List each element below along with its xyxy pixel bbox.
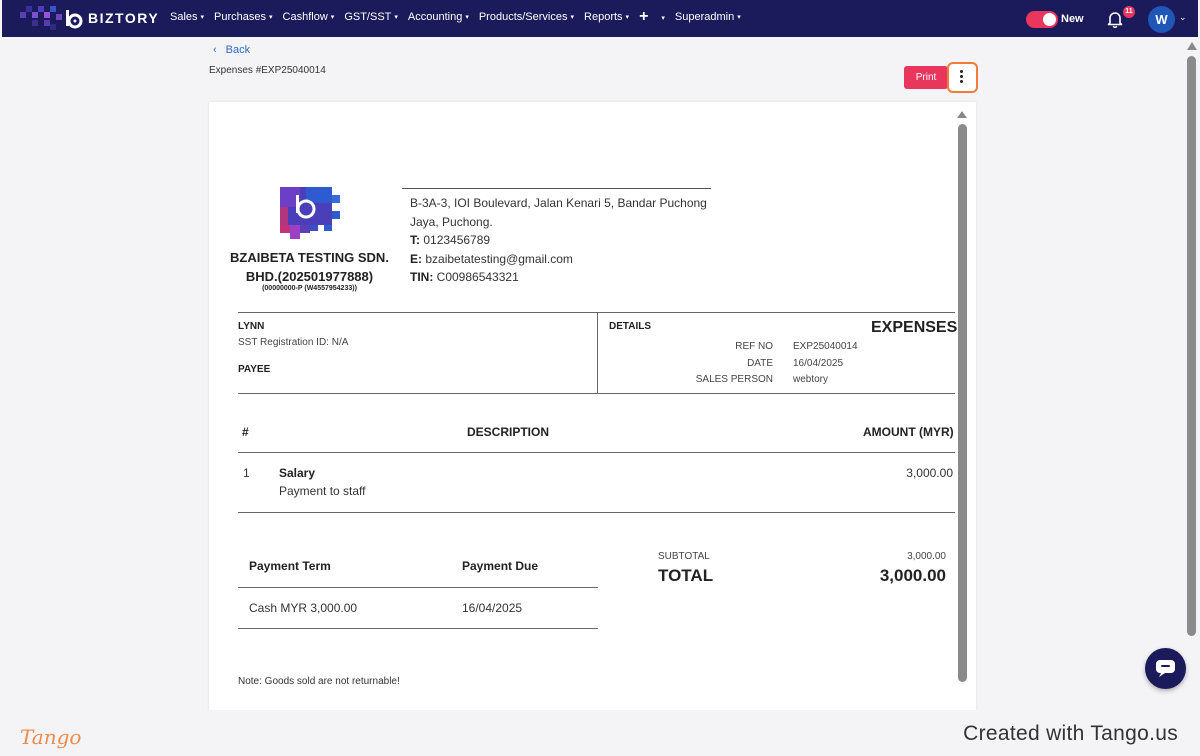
col-header-num: # xyxy=(242,425,249,439)
more-options-button[interactable] xyxy=(947,62,978,93)
document-title: EXPENSES xyxy=(871,319,958,336)
row-description: Payment to staff xyxy=(279,484,366,498)
preview-scrollbar[interactable] xyxy=(957,108,967,708)
back-label: Back xyxy=(225,44,251,56)
chevron-down-icon: ▾ xyxy=(269,14,273,21)
sales-person-label: SALES PERSON xyxy=(695,374,773,385)
nav-sales[interactable]: Sales ▾ xyxy=(170,11,204,24)
company-email-row: E: bzaibetatesting@gmail.com xyxy=(410,251,573,266)
back-link[interactable]: ‹ Back xyxy=(213,44,250,56)
chat-icon xyxy=(1156,660,1175,677)
chevron-down-icon: ▾ xyxy=(330,14,335,21)
nav-purchases[interactable]: Purchases ▾ xyxy=(214,11,273,24)
print-button[interactable]: Print xyxy=(904,66,948,89)
chevron-left-icon: ‹ xyxy=(213,44,217,56)
company-address: B-3A-3, IOI Boulevard, Jalan Kenari 5, B… xyxy=(410,196,707,229)
divider xyxy=(238,587,598,588)
ref-no-label: REF NO xyxy=(735,341,773,352)
more-vertical-icon xyxy=(960,70,964,85)
row-num: 1 xyxy=(243,466,250,480)
col-header-description: DESCRIPTION xyxy=(467,425,550,439)
scrollbar-thumb[interactable] xyxy=(958,124,967,682)
divider xyxy=(238,452,955,453)
chevron-down-icon: ▾ xyxy=(661,15,665,22)
chevron-down-icon: ▾ xyxy=(465,14,469,21)
document-note: Note: Goods sold are not returnable! xyxy=(238,676,400,687)
company-phone-row: T: 0123456789 xyxy=(410,233,491,248)
notification-badge: 11 xyxy=(1123,6,1135,18)
divider xyxy=(238,512,955,513)
tango-credit: Created with Tango.us xyxy=(963,722,1178,745)
company-address-block: B-3A-3, IOI Boulevard, Jalan Kenari 5, B… xyxy=(410,194,720,287)
nav-superadmin[interactable]: Superadmin ▾ xyxy=(675,11,741,24)
subtotal-value: 3,000.00 xyxy=(907,551,946,562)
chevron-down-icon: ▾ xyxy=(570,14,575,21)
brand-name[interactable]: BIZTORY xyxy=(88,10,159,26)
total-value: 3,000.00 xyxy=(879,566,946,585)
page-scrollbar-thumb[interactable] xyxy=(1187,56,1196,636)
company-registration: (00000000-P (W4557954233)) xyxy=(262,285,357,292)
scroll-up-arrow-icon[interactable] xyxy=(957,111,967,118)
divider xyxy=(597,312,598,394)
payment-term-value: Cash MYR 3,000.00 xyxy=(249,601,358,615)
date-value: 16/04/2025 xyxy=(793,358,844,369)
company-logo xyxy=(280,187,340,239)
bell-icon[interactable] xyxy=(1106,10,1124,28)
chat-support-button[interactable] xyxy=(1145,648,1186,689)
divider xyxy=(402,188,711,189)
chevron-down-icon[interactable]: ⌄ xyxy=(1179,12,1187,23)
brand-b-icon xyxy=(66,10,83,29)
nav-cashflow[interactable]: Cashflow ▾ xyxy=(283,11,335,24)
payment-term-label: Payment Term xyxy=(249,559,331,573)
details-label: DETAILS xyxy=(609,321,652,332)
total-label: TOTAL xyxy=(658,566,714,585)
nav-gst-sst[interactable]: GST/SST ▾ xyxy=(344,11,398,24)
payee-sst-id: SST Registration ID: N/A xyxy=(238,337,349,348)
top-navbar: BIZTORY Sales ▾ Purchases ▾ Cashflow ▾ GST/… xyxy=(2,0,1198,37)
chevron-down-icon: ▾ xyxy=(737,14,741,21)
payment-due-value: 16/04/2025 xyxy=(462,601,523,615)
avatar[interactable]: W xyxy=(1148,6,1175,33)
new-ui-toggle[interactable] xyxy=(1026,11,1058,28)
tango-footer: Tango Created with Tango.us xyxy=(0,710,1200,756)
chevron-down-icon: ▾ xyxy=(200,14,205,21)
chevron-down-icon: ▾ xyxy=(394,14,398,21)
page-scroll-up-arrow-icon[interactable] xyxy=(1187,42,1197,50)
brand-pixel-logo xyxy=(20,4,66,34)
subtotal-label: SUBTOTAL xyxy=(658,551,710,562)
nav-accounting[interactable]: Accounting ▾ xyxy=(408,11,469,24)
svg-text:Tango: Tango xyxy=(20,725,81,749)
chevron-down-icon: ▾ xyxy=(625,14,630,21)
divider xyxy=(238,628,598,629)
payee-name: LYNN xyxy=(238,321,265,332)
app-window: BIZTORY Sales ▾ Purchases ▾ Cashflow ▾ GST/… xyxy=(0,0,1200,710)
plus-icon: + xyxy=(639,8,649,25)
col-header-amount: AMOUNT (MYR) xyxy=(863,425,954,439)
nav-quick-add[interactable]: + ▾ xyxy=(639,8,665,25)
nav-reports[interactable]: Reports ▾ xyxy=(584,11,629,24)
sales-person-value: webtory xyxy=(793,374,829,385)
tango-logo: Tango xyxy=(20,725,81,749)
ref-no-value: EXP25040014 xyxy=(793,341,858,352)
row-amount: 3,000.00 xyxy=(906,466,953,480)
toggle-label: New xyxy=(1061,13,1084,25)
company-name: BZAIBETA TESTING SDN. BHD.(202501977888) xyxy=(230,250,389,284)
company-tin-row: TIN: C00986543321 xyxy=(410,270,519,285)
toggle-knob xyxy=(1043,13,1056,26)
payee-label: PAYEE xyxy=(238,364,271,375)
main-nav: Sales ▾ Purchases ▾ Cashflow ▾ GST/SST ▾ Acc… xyxy=(170,8,751,25)
row-title: Salary xyxy=(279,466,316,480)
document-id: Expenses #EXP25040014 xyxy=(209,65,326,76)
date-label: DATE xyxy=(747,358,773,369)
payment-due-label: Payment Due xyxy=(462,559,539,573)
nav-products-services[interactable]: Products/Services ▾ xyxy=(479,11,574,24)
